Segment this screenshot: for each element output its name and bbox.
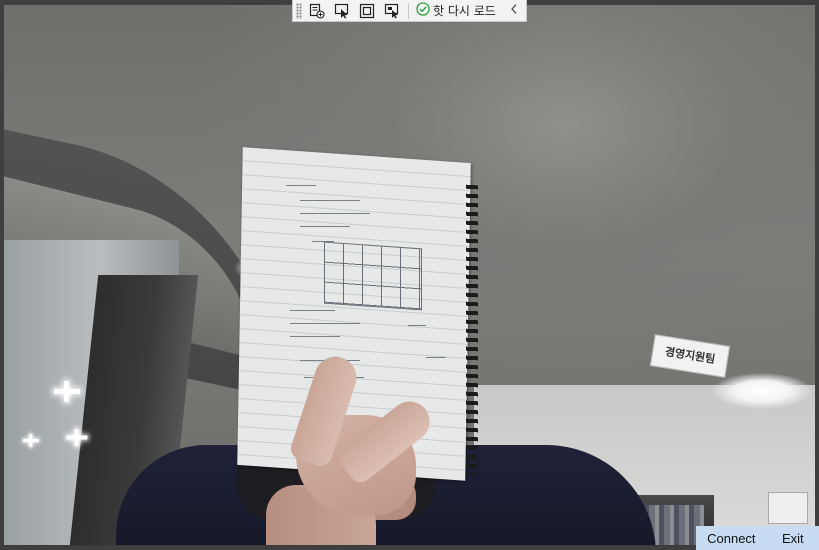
connect-button[interactable]: Connect: [696, 526, 767, 550]
notebook-drawn-table: [324, 241, 422, 311]
layout-adorner-button[interactable]: [356, 2, 378, 20]
handwriting: [300, 226, 350, 227]
handwriting: [290, 310, 335, 311]
add-region-icon: [309, 3, 325, 19]
exit-button[interactable]: Exit: [767, 526, 819, 550]
toolbar-separator: [408, 2, 409, 19]
collapse-toolbar-button[interactable]: [507, 2, 521, 20]
handwriting: [408, 325, 426, 326]
handwriting: [290, 336, 340, 337]
notebook-spiral: [466, 184, 478, 476]
select-pointer-icon: [334, 3, 350, 19]
track-focus-button[interactable]: [381, 2, 403, 20]
ceiling-light: [54, 381, 80, 402]
action-bar: Connect Exit: [696, 526, 819, 550]
handwriting: [426, 357, 446, 358]
wall-notice: [768, 492, 808, 524]
webcam-video: 경영지원팀: [4, 5, 815, 545]
check-circle-icon: [416, 2, 430, 19]
add-region-button[interactable]: [306, 2, 328, 20]
ceiling-light: [66, 429, 88, 446]
handwriting: [286, 185, 316, 186]
frame-icon: [359, 3, 375, 19]
handwriting: [300, 200, 360, 201]
select-element-button[interactable]: [331, 2, 353, 20]
capture-icon: [384, 3, 400, 19]
handwriting: [312, 241, 334, 242]
hot-reload-button[interactable]: 핫 다시 로드: [413, 2, 499, 20]
debug-toolbar: 핫 다시 로드: [292, 0, 527, 22]
ceiling-lamp: [712, 373, 812, 409]
office-sign: 경영지원팀: [649, 334, 731, 378]
hot-reload-label: 핫 다시 로드: [433, 4, 496, 18]
toolbar-drag-handle[interactable]: [296, 2, 302, 19]
chevron-left-icon: [510, 3, 518, 18]
handwriting: [300, 213, 370, 214]
handwriting: [290, 323, 360, 324]
ceiling-light: [23, 434, 39, 447]
